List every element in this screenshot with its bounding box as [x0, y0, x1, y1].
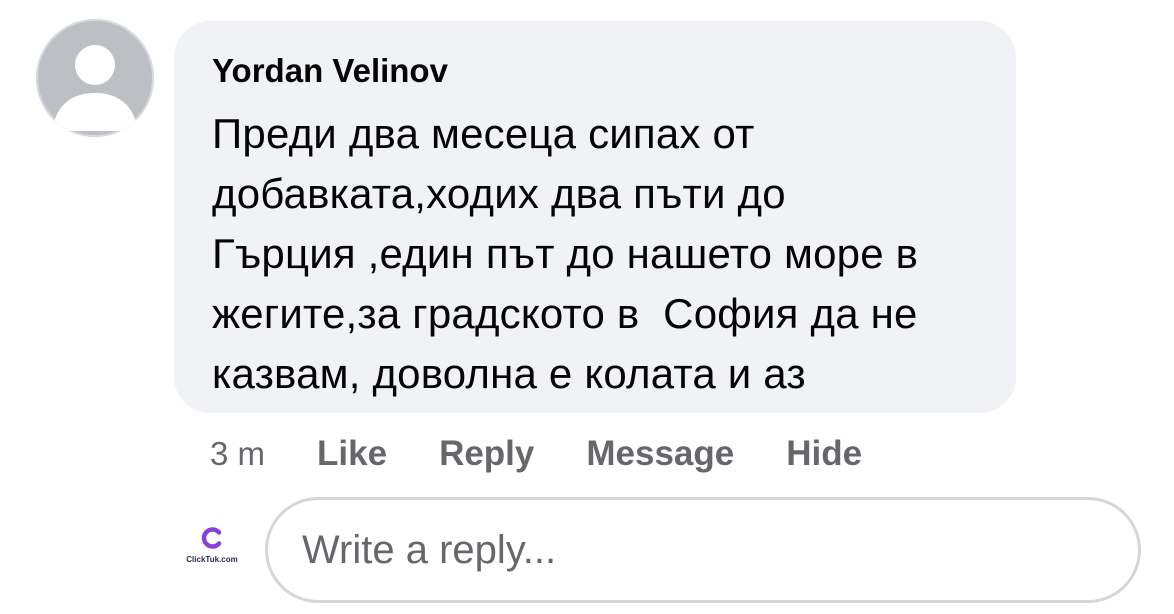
comment-author[interactable]: Yordan Velinov [212, 47, 986, 95]
watermark-text: ClickTuk.com [186, 555, 238, 564]
comment-timestamp[interactable]: 3 m [210, 435, 265, 473]
comment-line: Преди два месеца сипах от [212, 110, 755, 157]
comment-line: добавката,ходих два пъти до [212, 170, 786, 217]
default-profile-icon [52, 45, 138, 131]
like-button[interactable]: Like [317, 434, 387, 474]
comment-line: жегите,за градското в София да не [212, 290, 918, 337]
avatar[interactable] [36, 19, 154, 137]
clicktuk-c-logo-icon [201, 527, 222, 549]
message-button[interactable]: Message [586, 434, 734, 474]
reply-button[interactable]: Reply [439, 434, 534, 474]
comment-actions: 3 m Like Reply Message Hide [210, 430, 914, 478]
comment-line: Гърция ,един път до нашето море в [212, 230, 919, 277]
comment-body: Преди два месеца сипах от добавката,ходи… [212, 104, 986, 404]
watermark-logo: ClickTuk.com [184, 522, 240, 572]
comment-bubble: Yordan Velinov Преди два месеца сипах от… [174, 21, 1016, 413]
hide-button[interactable]: Hide [786, 434, 862, 474]
comment-line: казвам, доволна е колата и аз [212, 350, 806, 397]
reply-input[interactable] [265, 497, 1141, 603]
